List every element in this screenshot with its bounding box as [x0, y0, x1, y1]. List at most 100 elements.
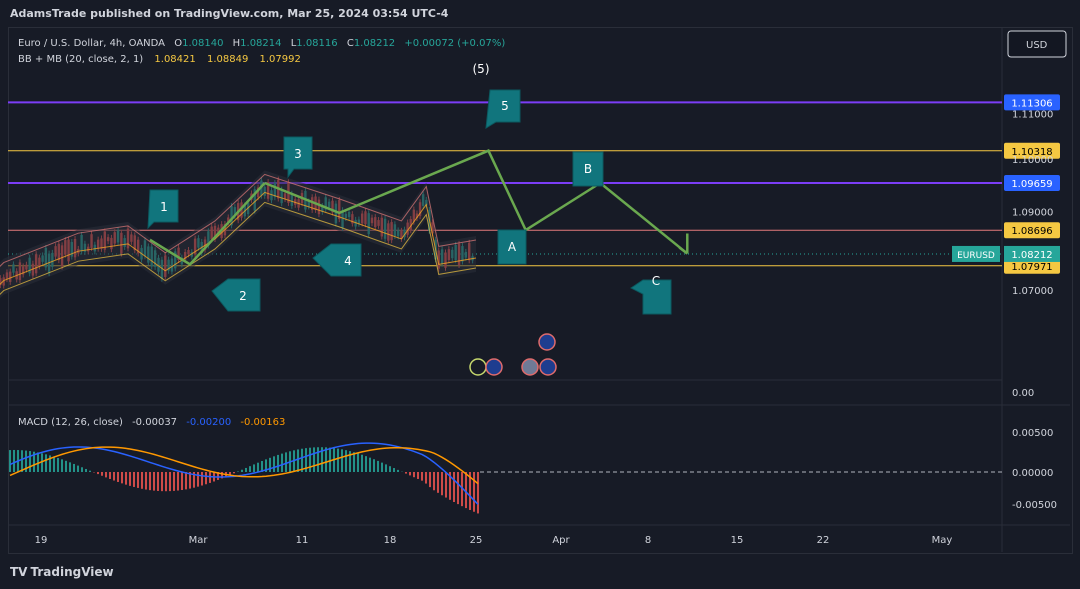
macd-histogram-bar: [141, 472, 143, 489]
level-price-tag-text: 1.09659: [1011, 179, 1052, 190]
time-tick-label: 22: [817, 535, 830, 546]
indicator-basis: 1.08421: [154, 54, 195, 65]
macd-histogram-bar: [73, 463, 75, 472]
price-tick-label: 1.09000: [1012, 207, 1053, 218]
event-icon-us[interactable]: [521, 358, 539, 376]
macd-histogram-bar: [29, 451, 31, 472]
macd-histogram-bar: [325, 447, 327, 472]
macd-histogram-bar: [309, 447, 311, 472]
macd-histogram-bar: [121, 472, 123, 484]
wave-label-3-text: 3: [294, 147, 302, 161]
macd-histogram-bar: [241, 469, 243, 472]
wave-label-A-text: A: [508, 240, 517, 254]
elliott-arrow-head: [678, 233, 689, 255]
ohlc-high: 1.08214: [240, 38, 281, 49]
wave-label-4[interactable]: 4: [312, 243, 362, 277]
time-tick-label: 19: [35, 535, 48, 546]
macd-histogram-bar: [253, 464, 255, 472]
currency-button[interactable]: USD: [1007, 30, 1067, 58]
macd-histogram-bar: [269, 457, 271, 472]
price-tick-label: 1.10000: [1012, 155, 1053, 166]
tradingview-logo[interactable]: TV TradingView: [10, 565, 114, 579]
time-tick-label: 25: [470, 535, 483, 546]
macd-histogram-bar: [65, 460, 67, 472]
volume-axis-label: 0.00: [1012, 388, 1034, 399]
macd-histogram-bar: [61, 459, 63, 472]
macd-tick-label: 0.00000: [1012, 468, 1053, 479]
macd-histogram-bar: [165, 472, 167, 492]
macd-histogram-bar: [365, 456, 367, 472]
macd-histogram-bar: [13, 449, 15, 472]
wave-label-A[interactable]: A: [497, 229, 527, 265]
time-tick-label: May: [932, 535, 953, 546]
macd-histogram-bar: [53, 456, 55, 472]
macd-histogram-bar: [201, 472, 203, 486]
macd-histogram-bar: [149, 472, 151, 491]
macd-histogram-bar: [473, 472, 475, 512]
macd-histogram-bar: [101, 472, 103, 476]
macd-histogram-bar: [57, 457, 59, 472]
wave-degree-label: (5): [473, 62, 490, 76]
macd-histogram-bar: [413, 472, 415, 478]
wave-label-1[interactable]: 1: [147, 189, 179, 230]
chart-canvas[interactable]: 1.113061.103181.096591.086961.07971EURUS…: [0, 0, 1080, 589]
level-price-tag-text: 1.11306: [1011, 98, 1052, 109]
event-icon-eu[interactable]: [539, 358, 557, 376]
macd-histogram-bar: [21, 450, 23, 472]
symbol-tag-text: EURUSD: [957, 251, 995, 261]
ohlc-o-label: O: [174, 38, 182, 49]
macd-histogram-bar: [297, 449, 299, 472]
wave-label-5[interactable]: 5: [485, 89, 521, 129]
macd-histogram-bar: [421, 472, 423, 481]
wave-label-C[interactable]: C: [630, 274, 672, 315]
macd-histogram-bar: [169, 472, 171, 492]
wave-label-B-text: B: [584, 162, 592, 176]
macd-histogram-bar: [77, 465, 79, 472]
macd-line-value: -0.00200: [186, 417, 231, 428]
macd-histogram-bar: [181, 472, 183, 491]
wave-label-2[interactable]: 2: [211, 278, 261, 312]
macd-histogram-bar: [317, 447, 319, 472]
macd-hist-value: -0.00037: [132, 417, 177, 428]
wave-label-3[interactable]: 3: [283, 136, 313, 179]
macd-histogram-bar: [157, 472, 159, 491]
wave-label-5-text: 5: [501, 99, 509, 113]
macd-histogram-bar: [209, 472, 211, 483]
macd-histogram-bar: [377, 460, 379, 472]
indicator-legend: BB + MB (20, close, 2, 1) 1.08421 1.0884…: [18, 54, 301, 65]
macd-histogram-bar: [89, 470, 91, 472]
macd-histogram-bar: [117, 472, 119, 482]
time-tick-label: 15: [731, 535, 744, 546]
price-tick-label: 1.07000: [1012, 286, 1053, 297]
macd-histogram-bar: [353, 452, 355, 472]
macd-histogram-bar: [85, 468, 87, 472]
macd-histogram-bar: [425, 472, 427, 484]
macd-histogram-bar: [457, 472, 459, 505]
event-icon-eu[interactable]: [538, 333, 556, 351]
macd-histogram-bar: [433, 472, 435, 491]
macd-histogram-bar: [417, 472, 419, 479]
macd-histogram-bar: [405, 472, 407, 474]
economic-events[interactable]: [469, 333, 557, 376]
macd-histogram-bar: [145, 472, 147, 490]
macd-histogram-bar: [109, 472, 111, 479]
macd-histogram-bar: [341, 449, 343, 472]
indicator-upper: 1.08849: [207, 54, 248, 65]
macd-histogram-bar: [277, 454, 279, 472]
macd-line: [9, 442, 479, 505]
macd-histogram-bar: [97, 472, 99, 475]
macd-histogram-bar: [373, 459, 375, 472]
macd-histogram-bar: [257, 462, 259, 472]
time-tick-label: 18: [384, 535, 397, 546]
macd-histogram-bar: [409, 472, 411, 476]
macd-histogram-bar: [133, 472, 135, 487]
event-icon-check[interactable]: [469, 358, 487, 376]
wave-label-B[interactable]: B: [572, 151, 604, 187]
indicator-name: BB + MB (20, close, 2, 1): [18, 54, 143, 65]
tradingview-logo-icon: TV: [10, 565, 28, 579]
wave-label-1-text: 1: [160, 200, 168, 214]
macd-histogram-bar: [9, 450, 11, 472]
macd-histogram-bar: [105, 472, 107, 478]
event-icon-eu[interactable]: [485, 358, 503, 376]
macd-histogram-bar: [245, 467, 247, 472]
